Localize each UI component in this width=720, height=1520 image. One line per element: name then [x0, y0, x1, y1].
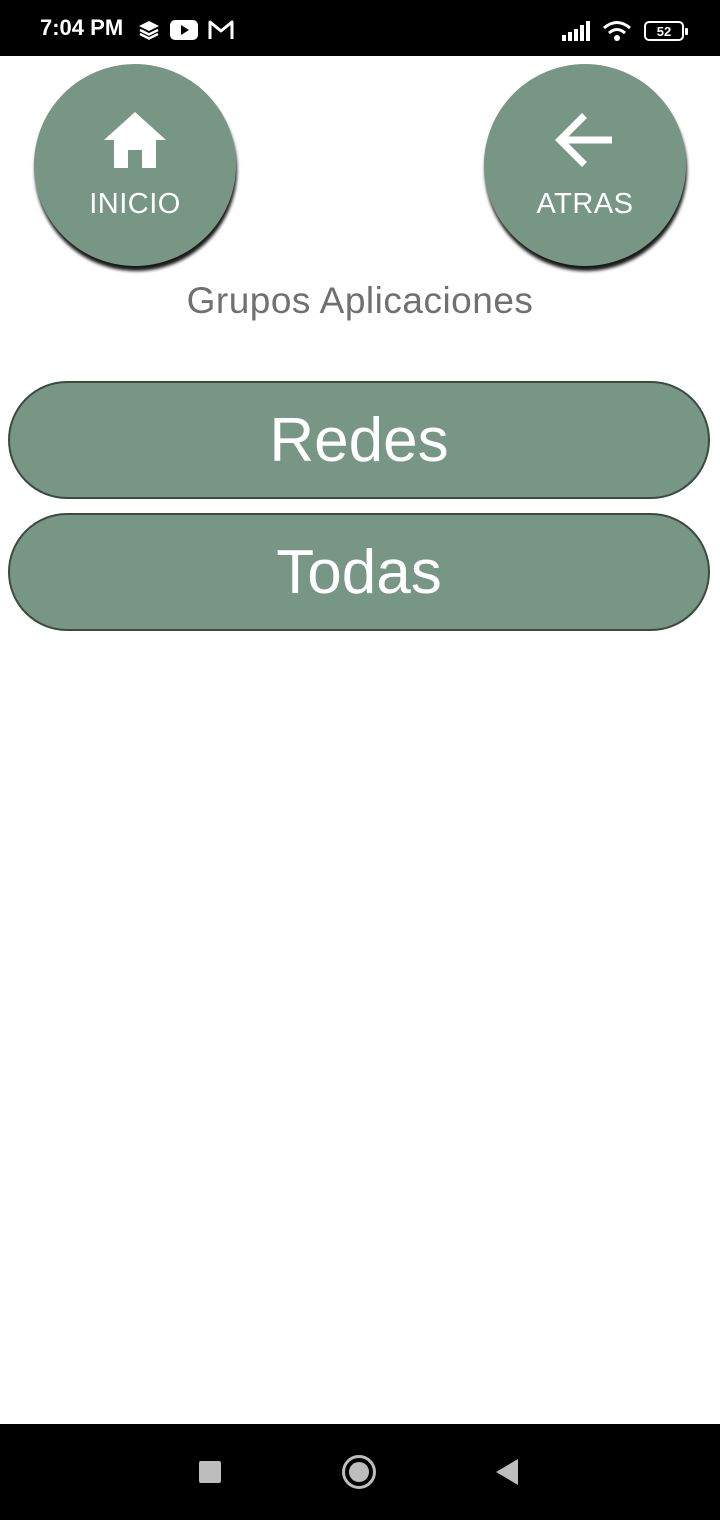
home-button-label: INICIO — [89, 188, 181, 220]
status-time: 7:04 PM — [40, 15, 124, 40]
wifi-icon — [603, 21, 631, 41]
recent-apps-icon[interactable] — [199, 1461, 221, 1483]
navigation-bar — [0, 1424, 720, 1520]
back-triangle-icon[interactable] — [496, 1459, 518, 1485]
group-button-redes[interactable]: Redes — [8, 381, 710, 499]
back-button-label: ATRAS — [536, 188, 634, 220]
youtube-icon — [170, 20, 198, 40]
battery-icon: 52 — [644, 21, 688, 41]
home-button[interactable]: INICIO — [34, 64, 236, 266]
home-icon — [104, 112, 166, 168]
signal-icon — [562, 21, 590, 41]
layers-icon — [139, 21, 159, 40]
status-bar: 7:04 PM 52 — [0, 0, 720, 56]
home-circle-icon[interactable] — [342, 1455, 376, 1489]
group-button-todas[interactable]: Todas — [8, 513, 710, 631]
app-screen: 7:04 PM 52 INICIO ATRAS Grupos Aplicacio… — [0, 0, 720, 1520]
notification-icons — [138, 20, 234, 40]
back-button[interactable]: ATRAS — [484, 64, 686, 266]
system-icons: 52 — [562, 20, 688, 42]
arrow-left-icon — [555, 113, 612, 167]
page-title: Grupos Aplicaciones — [186, 280, 534, 321]
gmail-icon — [208, 20, 234, 39]
